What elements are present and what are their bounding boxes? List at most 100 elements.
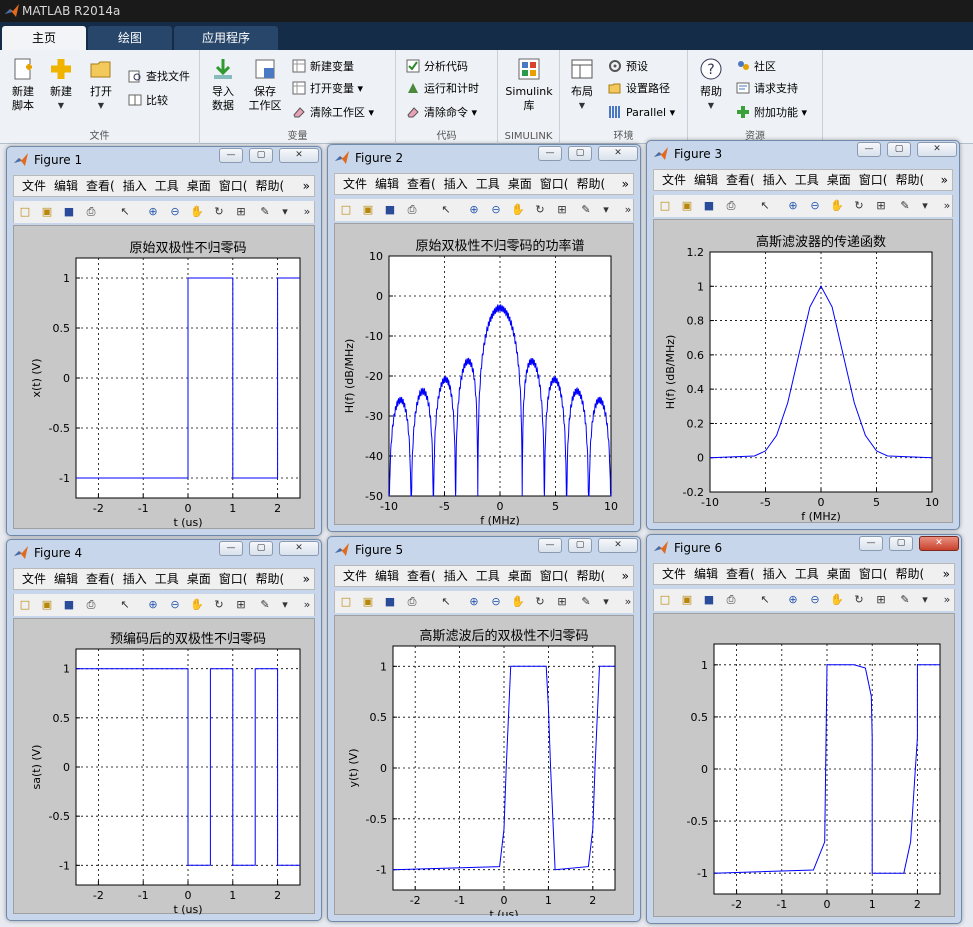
- menu-item[interactable]: 查看(: [407, 174, 436, 194]
- rotate-icon[interactable]: ↻: [212, 598, 226, 612]
- open-file-icon[interactable]: ▣: [361, 595, 375, 609]
- zoom-out-icon[interactable]: ⊖: [489, 595, 503, 609]
- analyze-code-button[interactable]: 分析代码: [406, 58, 468, 76]
- menu-item[interactable]: 桌面: [827, 170, 851, 190]
- plot-axes[interactable]: -2 -1 0 1 2 -1 -0.5 0 0.5 1 预编码后的双极性不归零码 t (us) sa(t…: [14, 619, 316, 915]
- rotate-icon[interactable]: ↻: [212, 205, 226, 219]
- save-icon[interactable]: ■: [702, 199, 716, 213]
- pan-icon[interactable]: ✋: [190, 598, 204, 612]
- parallel-button[interactable]: Parallel ▾: [608, 104, 675, 122]
- zoom-in-icon[interactable]: ⊕: [146, 205, 160, 219]
- more-icon[interactable]: »: [940, 199, 954, 213]
- plot-axes[interactable]: -10 -5 0 5 10-50-40-30-20-10010原始双极性不归零码的功率谱…: [335, 224, 635, 526]
- menu-item[interactable]: 窗口(: [540, 566, 569, 586]
- menu-item[interactable]: 编辑: [694, 564, 718, 584]
- menu-overflow-icon[interactable]: »: [622, 174, 629, 194]
- pointer-icon[interactable]: ↖: [118, 205, 132, 219]
- menu-item[interactable]: 编辑: [694, 170, 718, 190]
- brush-icon[interactable]: ✎: [898, 199, 912, 213]
- rotate-icon[interactable]: ↻: [533, 203, 547, 217]
- menu-overflow-icon[interactable]: »: [622, 566, 629, 586]
- zoom-out-icon[interactable]: ⊖: [489, 203, 503, 217]
- save-icon[interactable]: ■: [62, 205, 76, 219]
- print-icon[interactable]: ⎙: [84, 205, 98, 219]
- tab-plots[interactable]: 绘图: [88, 26, 172, 50]
- pan-icon[interactable]: ✋: [511, 203, 525, 217]
- new-button[interactable]: 新建 ▼: [44, 56, 78, 113]
- menu-item[interactable]: 查看(: [86, 176, 115, 196]
- save-icon[interactable]: ■: [62, 598, 76, 612]
- menu-item[interactable]: 帮助(: [255, 569, 284, 589]
- print-icon[interactable]: ⎙: [724, 199, 738, 213]
- menu-item[interactable]: 插入: [444, 566, 468, 586]
- request-support-button[interactable]: 请求支持: [736, 80, 798, 98]
- figure-window-4[interactable]: Figure 4 — ▢ ✕ 文件 编辑 查看(插入 工具 桌面 窗口(帮助(» □ ▣ ■ ⎙ ↖ ⊕ ⊖ ✋ ↻…: [6, 539, 322, 921]
- simulink-library-button[interactable]: Simulink 库: [502, 56, 556, 113]
- community-button[interactable]: 社区: [736, 58, 776, 76]
- close-button[interactable]: ✕: [279, 541, 319, 556]
- menu-item[interactable]: 帮助(: [895, 564, 924, 584]
- help-button[interactable]: ? 帮助 ▼: [694, 56, 728, 113]
- data-cursor-icon[interactable]: ⊞: [874, 199, 888, 213]
- brush-icon[interactable]: ✎: [898, 593, 912, 607]
- menu-item[interactable]: 窗口(: [859, 170, 888, 190]
- menu-item[interactable]: 插入: [444, 174, 468, 194]
- menu-item[interactable]: 工具: [155, 176, 179, 196]
- menu-item[interactable]: 编辑: [54, 569, 78, 589]
- minimize-button[interactable]: —: [219, 541, 243, 556]
- pan-icon[interactable]: ✋: [190, 205, 204, 219]
- layout-button[interactable]: 布局 ▼: [564, 56, 600, 113]
- menu-item[interactable]: 编辑: [375, 174, 399, 194]
- dropdown-icon[interactable]: ▾: [599, 595, 613, 609]
- zoom-in-icon[interactable]: ⊕: [146, 598, 160, 612]
- menu-item[interactable]: 帮助(: [576, 566, 605, 586]
- minimize-button[interactable]: —: [857, 142, 881, 157]
- menu-overflow-icon[interactable]: »: [943, 564, 950, 584]
- print-icon[interactable]: ⎙: [84, 598, 98, 612]
- rotate-icon[interactable]: ↻: [852, 199, 866, 213]
- open-button[interactable]: 打开 ▼: [84, 56, 118, 113]
- dropdown-icon[interactable]: ▾: [599, 203, 613, 217]
- menu-item[interactable]: 帮助(: [895, 170, 924, 190]
- new-figure-icon[interactable]: □: [658, 593, 672, 607]
- open-file-icon[interactable]: ▣: [680, 199, 694, 213]
- tab-apps[interactable]: 应用程序: [174, 26, 278, 50]
- menu-item[interactable]: 查看(: [86, 569, 115, 589]
- menu-item[interactable]: 文件: [343, 174, 367, 194]
- zoom-in-icon[interactable]: ⊕: [467, 203, 481, 217]
- menu-item[interactable]: 编辑: [54, 176, 78, 196]
- preferences-button[interactable]: 预设: [608, 58, 648, 76]
- zoom-in-icon[interactable]: ⊕: [786, 199, 800, 213]
- maximize-button[interactable]: ▢: [568, 146, 592, 161]
- pan-icon[interactable]: ✋: [830, 593, 844, 607]
- data-cursor-icon[interactable]: ⊞: [555, 203, 569, 217]
- menu-item[interactable]: 工具: [795, 564, 819, 584]
- menu-item[interactable]: 文件: [662, 564, 686, 584]
- menu-item[interactable]: 文件: [343, 566, 367, 586]
- zoom-in-icon[interactable]: ⊕: [786, 593, 800, 607]
- print-icon[interactable]: ⎙: [405, 595, 419, 609]
- menu-item[interactable]: 查看(: [726, 564, 755, 584]
- figure-window-3[interactable]: Figure 3 — ▢ ✕ 文件 编辑 查看(插入 工具 桌面 窗口(帮助(» □ ▣ ■ ⎙ ↖ ⊕ ⊖ ✋ ↻…: [646, 140, 960, 530]
- figure-window-5[interactable]: Figure 5 — ▢ ✕ 文件 编辑 查看(插入 工具 桌面 窗口(帮助(» □ ▣ ■ ⎙ ↖ ⊕ ⊖ ✋ ↻…: [327, 536, 641, 922]
- maximize-button[interactable]: ▢: [887, 142, 911, 157]
- menu-item[interactable]: 编辑: [375, 566, 399, 586]
- close-button[interactable]: ✕: [279, 148, 319, 163]
- brush-icon[interactable]: ✎: [579, 203, 593, 217]
- brush-icon[interactable]: ✎: [579, 595, 593, 609]
- new-figure-icon[interactable]: □: [658, 199, 672, 213]
- menu-item[interactable]: 文件: [22, 176, 46, 196]
- menu-item[interactable]: 工具: [476, 174, 500, 194]
- menu-item[interactable]: 窗口(: [859, 564, 888, 584]
- pan-icon[interactable]: ✋: [830, 199, 844, 213]
- open-file-icon[interactable]: ▣: [680, 593, 694, 607]
- open-file-icon[interactable]: ▣: [40, 205, 54, 219]
- save-workspace-button[interactable]: 保存 工作区: [246, 56, 284, 113]
- open-file-icon[interactable]: ▣: [361, 203, 375, 217]
- menu-overflow-icon[interactable]: »: [303, 569, 310, 589]
- menu-item[interactable]: 窗口(: [219, 569, 248, 589]
- add-ons-button[interactable]: 附加功能 ▾: [736, 104, 807, 122]
- zoom-out-icon[interactable]: ⊖: [808, 593, 822, 607]
- close-button[interactable]: ✕: [919, 536, 959, 551]
- zoom-in-icon[interactable]: ⊕: [467, 595, 481, 609]
